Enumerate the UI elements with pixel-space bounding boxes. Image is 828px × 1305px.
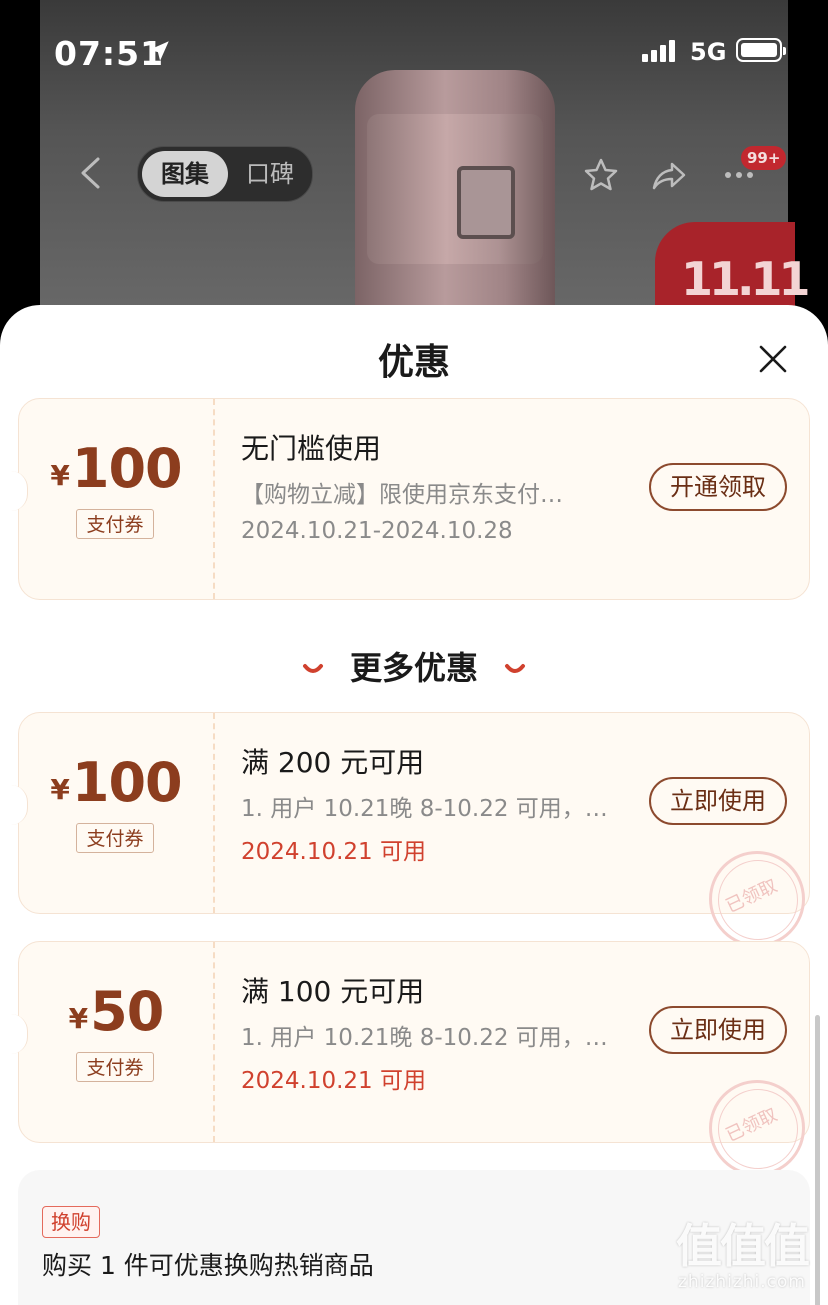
- coupon-date: 2024.10.21 可用: [241, 839, 426, 865]
- site-watermark: 值值值 zhizhizhi.com: [676, 1219, 810, 1292]
- activate-claim-button[interactable]: 开通领取: [649, 463, 787, 511]
- smile-decoration-icon: [302, 664, 323, 673]
- share-icon[interactable]: [650, 156, 688, 194]
- battery-icon: [736, 38, 786, 62]
- coupon-date: 2024.10.21 可用: [241, 1068, 426, 1094]
- coupon-desc: 【购物立减】限使用京东支付…: [241, 482, 563, 508]
- product-image: [355, 70, 555, 320]
- sheet-title: 优惠: [377, 342, 450, 383]
- message-count-badge: 99+: [741, 146, 787, 170]
- signal-icon: [642, 40, 678, 62]
- coupon-card: ¥50 支付券 满 100 元可用 1. 用户 10.21晚 8-10.22 可…: [11, 941, 810, 1176]
- coupon-amount: ¥50: [68, 980, 165, 1043]
- status-bar: 07:51 5G: [0, 0, 828, 100]
- exchange-text: 购买 1 件可优惠换购热销商品: [42, 1251, 374, 1280]
- use-now-button[interactable]: 立即使用: [649, 777, 787, 825]
- coupon-date: 2024.10.21-2024.10.28: [241, 518, 513, 544]
- coupon-card-no-threshold: ¥100 支付券 无门槛使用 【购物立减】限使用京东支付… 2024.10.21…: [11, 398, 810, 600]
- coupon-desc: 1. 用户 10.21晚 8-10.22 可用，…: [241, 796, 608, 822]
- favorite-star-icon[interactable]: [582, 156, 620, 194]
- coupon-desc: 1. 用户 10.21晚 8-10.22 可用，…: [241, 1025, 608, 1051]
- claimed-stamp: 已领取: [709, 1080, 805, 1176]
- tab-gallery[interactable]: 图集: [142, 151, 228, 197]
- more-discounts-heading: 更多优惠: [0, 643, 828, 689]
- scrollbar[interactable]: [815, 1015, 820, 1305]
- discount-sheet: 优惠 ¥100 支付券 无门槛使用 【购物立减】限使用京东支付… 2024.10…: [0, 305, 828, 1305]
- coupon-type-tag: 支付券: [76, 1052, 154, 1082]
- coupon-type-tag: 支付券: [76, 823, 154, 853]
- smile-decoration-icon: [505, 664, 525, 673]
- coupon-card: ¥100 支付券 满 200 元可用 1. 用户 10.21晚 8-10.22 …: [11, 712, 810, 947]
- close-icon[interactable]: [756, 342, 790, 376]
- coupon-amount: ¥100: [50, 437, 182, 500]
- coupon-title: 无门槛使用: [241, 432, 382, 465]
- coupon-type-tag: 支付券: [76, 509, 154, 539]
- coupon-title: 满 200 元可用: [241, 746, 425, 779]
- exchange-tag: 换购: [42, 1206, 100, 1238]
- back-arrow-icon[interactable]: [78, 156, 102, 190]
- tab-reviews[interactable]: 口碑: [232, 151, 308, 197]
- coupon-title: 满 100 元可用: [241, 975, 425, 1008]
- network-type: 5G: [690, 38, 727, 66]
- location-arrow-icon: [149, 41, 169, 61]
- gallery-review-switch: 图集 口碑: [137, 146, 313, 202]
- use-now-button[interactable]: 立即使用: [649, 1006, 787, 1054]
- claimed-stamp: 已领取: [709, 851, 805, 947]
- coupon-amount: ¥100: [50, 751, 182, 814]
